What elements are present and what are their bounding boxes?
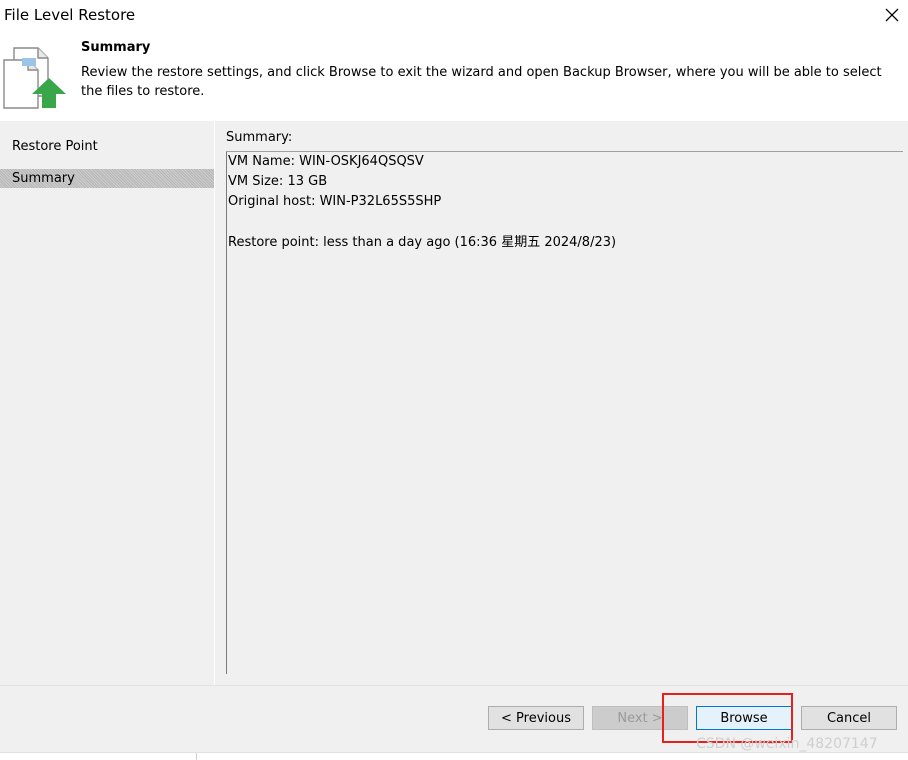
close-icon xyxy=(885,8,899,22)
summary-line-restore-point: Restore point: less than a day ago (16:3… xyxy=(228,235,617,250)
summary-label: Summary: xyxy=(226,130,293,145)
next-button[interactable]: Next > xyxy=(592,706,688,730)
summary-line-vm-name: VM Name: WIN-OSKJ64QSQSV xyxy=(228,154,424,169)
wizard-footer: < Previous Next > Browse Cancel CSDN @we… xyxy=(0,685,908,753)
wizard-content: Restore Point Summary Summary: VM Name: … xyxy=(0,121,908,685)
title-bar: File Level Restore xyxy=(0,0,908,30)
file-restore-icon xyxy=(3,47,66,109)
cancel-button[interactable]: Cancel xyxy=(801,706,897,730)
header-title: Summary xyxy=(81,40,151,55)
previous-button[interactable]: < Previous xyxy=(488,706,584,730)
wizard-steps-nav: Restore Point Summary xyxy=(0,121,214,685)
nav-step-summary[interactable]: Summary xyxy=(0,169,214,188)
summary-line-blank xyxy=(228,212,903,233)
bottom-strip xyxy=(0,752,908,760)
close-button[interactable] xyxy=(878,2,906,28)
header-description: Review the restore settings, and click B… xyxy=(81,65,882,99)
wizard-header: Summary Review the restore settings, and… xyxy=(0,30,908,120)
summary-panel: Summary: VM Name: WIN-OSKJ64QSQSV VM Siz… xyxy=(215,121,908,685)
summary-line-vm-size: VM Size: 13 GB xyxy=(228,174,328,189)
bottom-strip-separator xyxy=(196,753,197,760)
browse-button[interactable]: Browse xyxy=(696,706,792,730)
summary-text-box[interactable]: VM Name: WIN-OSKJ64QSQSV VM Size: 13 GB … xyxy=(226,152,903,674)
window-title: File Level Restore xyxy=(4,6,136,24)
summary-line-original-host: Original host: WIN-P32L65S5SHP xyxy=(228,194,442,209)
watermark: CSDN @weixin_48207147 xyxy=(696,736,878,752)
file-level-restore-window: File Level Restore Summary Review the re… xyxy=(0,0,908,760)
nav-step-restore-point[interactable]: Restore Point xyxy=(0,137,214,156)
